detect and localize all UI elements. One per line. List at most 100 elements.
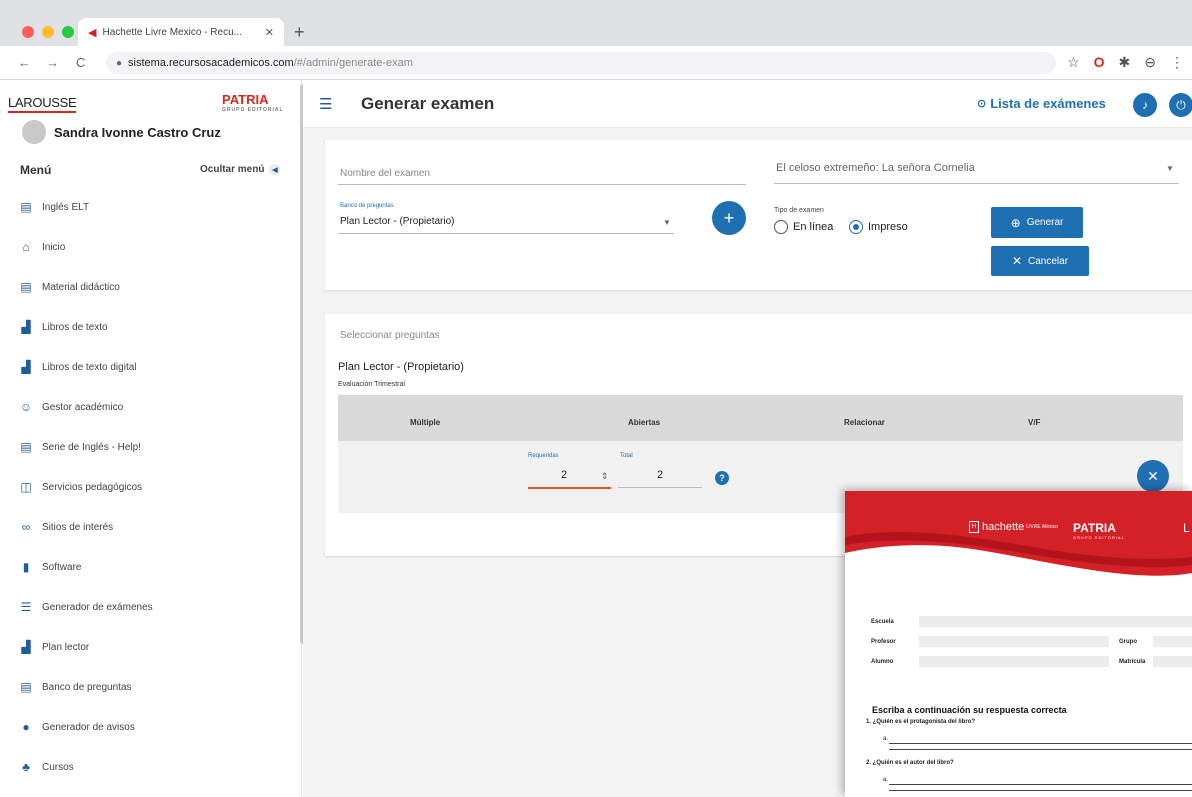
book-icon: ▤ xyxy=(20,440,32,454)
courses-icon: ♣ xyxy=(22,760,30,774)
sidebar-item-libros-de-texto[interactable]: ▟ Libros de texto xyxy=(18,317,107,337)
sidebar-item-label: Banco de preguntas xyxy=(42,681,132,693)
bookmark-star-icon[interactable]: ☆ xyxy=(1067,54,1080,71)
hachette-logo: H hachette LIVRE México xyxy=(969,521,1058,533)
cancel-button[interactable]: ✕ Cancelar xyxy=(991,246,1089,276)
answer-line xyxy=(889,743,1192,744)
bell-icon[interactable]: ♪ xyxy=(1133,93,1157,117)
patria-logo-text: PATRIA xyxy=(222,92,269,107)
extensions-icon[interactable]: ✱ xyxy=(1119,54,1131,71)
close-row-button[interactable]: ✕ xyxy=(1137,460,1169,492)
sidebar-item-label: Servicios pedagógicos xyxy=(42,481,143,493)
link-icon: ∞ xyxy=(21,520,31,534)
sidebar-item-label: Gestor académico xyxy=(42,401,124,413)
sidebar-item-label: Sitios de interés xyxy=(42,521,114,533)
col-open[interactable]: Abiertas xyxy=(628,418,660,427)
generate-button[interactable]: ⊕ Generar xyxy=(991,207,1083,238)
hamburger-icon[interactable]: ☰ xyxy=(319,95,332,113)
enrollment-label: Matrícula xyxy=(1119,659,1146,665)
minimize-window-button[interactable] xyxy=(42,26,54,38)
section-title: Seleccionar preguntas xyxy=(340,330,440,341)
answer-line xyxy=(889,749,1192,750)
answer-line xyxy=(889,790,1192,791)
radio-impreso[interactable]: Impreso xyxy=(849,220,908,234)
col-true-false[interactable]: V/F xyxy=(1028,418,1040,427)
enrollment-field xyxy=(1153,656,1192,667)
sidebar-item-plan-lector[interactable]: ▟ Plan lector xyxy=(18,637,89,657)
sidebar-item-inicio[interactable]: ⌂ Inicio xyxy=(18,237,65,257)
menu-title: Menú xyxy=(20,163,52,177)
exam-type-label: Tipo de examen xyxy=(774,207,824,214)
sidebar-item-generador-avisos[interactable]: ● Generador de avisos xyxy=(18,717,134,737)
url-domain: sistema.recursosacademicos.com xyxy=(128,57,294,69)
browser-menu-icon[interactable]: ⋮ xyxy=(1170,54,1184,71)
stepper-arrows-icon[interactable]: ⇕ xyxy=(601,471,609,482)
radio-circle-selected xyxy=(849,220,863,234)
plus-circle-icon: ⊕ xyxy=(1010,215,1021,230)
sidebar-item-generador-examenes[interactable]: ☰ Generador de exámenes xyxy=(18,597,153,617)
sidebar-item-libros-digital[interactable]: ▟ Libros de texto digital xyxy=(18,357,136,377)
chevron-down-icon[interactable]: ▼ xyxy=(663,218,671,227)
close-tab-icon[interactable]: ✕ xyxy=(265,26,274,39)
patria-logo-sub: GRUPO EDITORIAL xyxy=(222,107,284,113)
sidebar-item-ingles-elt[interactable]: ▤ Inglés ELT xyxy=(18,197,89,217)
book-icon: ▤ xyxy=(20,280,32,294)
address-bar-row: ← → C ● sistema.recursosacademicos.com/#… xyxy=(0,46,1192,80)
add-bank-button[interactable]: + xyxy=(712,201,746,235)
student-label: Alumno xyxy=(871,659,894,665)
plus-icon: + xyxy=(723,207,735,228)
power-icon[interactable]: ⏻ xyxy=(1169,93,1192,117)
bank-select[interactable]: Plan Lector - (Propietario) xyxy=(340,216,455,227)
opera-icon[interactable]: O xyxy=(1094,54,1105,71)
book-select[interactable]: El celoso extremeño: La señora Cornelia xyxy=(776,162,975,174)
chevron-left-icon: ◀ xyxy=(269,164,281,175)
total-value: 2 xyxy=(657,469,664,481)
avatar[interactable] xyxy=(22,120,46,144)
help-icon[interactable]: ? xyxy=(715,471,729,485)
hachette-logo-text: hachette xyxy=(982,521,1025,533)
page-header: ☰ Generar examen ⊙ Lista de exámenes ♪ ⏻ xyxy=(303,80,1192,128)
sidebar-item-banco-preguntas[interactable]: ▤ Banco de preguntas xyxy=(18,677,132,697)
sidebar-item-software[interactable]: ▮ Software xyxy=(18,557,82,577)
url-field[interactable]: ● sistema.recursosacademicos.com/#/admin… xyxy=(106,52,1056,74)
radio-en-linea[interactable]: En línea xyxy=(774,220,833,234)
answer-prefix: a. xyxy=(883,777,889,783)
sidebar-item-label: Inicio xyxy=(42,241,66,253)
sidebar: LAROUSSE PATRIA GRUPO EDITORIAL Sandra I… xyxy=(0,80,302,797)
required-value[interactable]: 2 xyxy=(561,469,567,481)
sidebar-item-servicios-pedagogicos[interactable]: ◫ Servicios pedagógicos xyxy=(18,477,142,497)
radio-label: Impreso xyxy=(868,221,908,233)
exam-list-link[interactable]: ⊙ Lista de exámenes xyxy=(977,96,1106,111)
sidebar-item-cursos[interactable]: ♣ Cursos xyxy=(18,757,74,777)
answer-line xyxy=(889,784,1192,785)
sidebar-item-material-didactico[interactable]: ▤ Material didáctico xyxy=(18,277,119,297)
sidebar-item-gestor-academico[interactable]: ☺ Gestor académico xyxy=(18,397,123,417)
col-multiple[interactable]: Múltiple xyxy=(410,418,440,427)
group-field xyxy=(1153,636,1192,647)
patria-logo-text: PATRIA xyxy=(1073,521,1116,535)
profile-icon[interactable]: ⊖ xyxy=(1144,54,1156,71)
total-label: Total xyxy=(620,453,633,459)
maximize-window-button[interactable] xyxy=(62,26,74,38)
browser-tab[interactable]: ◀ Hachette Livre Mexico - Recu... ✕ xyxy=(78,18,284,46)
sidebar-item-label: Plan lector xyxy=(42,641,90,653)
forward-button[interactable]: → xyxy=(46,55,59,70)
patria-logo-sub: GRUPO EDITORIAL xyxy=(1073,535,1125,540)
new-tab-button[interactable]: + xyxy=(294,22,305,43)
book-select-underline xyxy=(774,183,1179,184)
bank-name: Plan Lector - (Propietario) xyxy=(338,361,464,373)
col-match[interactable]: Relacionar xyxy=(844,418,885,427)
close-window-button[interactable] xyxy=(22,26,34,38)
circle-arrow-icon: ⊙ xyxy=(977,98,987,110)
exam-name-input[interactable]: Nombre del examen xyxy=(340,168,430,179)
sidebar-item-sitios-interes[interactable]: ∞ Sitios de interés xyxy=(18,517,113,537)
reader-icon: ▟ xyxy=(21,360,31,374)
back-button[interactable]: ← xyxy=(18,55,31,70)
sidebar-item-label: Cursos xyxy=(42,761,74,773)
reload-button[interactable]: C xyxy=(76,55,85,70)
larousse-logo: L xyxy=(1183,521,1190,535)
sidebar-item-label: Serie de Inglés - Help! xyxy=(42,441,141,453)
sidebar-item-serie-ingles[interactable]: ▤ Serie de Inglés - Help! xyxy=(18,437,141,457)
chevron-down-icon[interactable]: ▼ xyxy=(1166,164,1174,173)
hide-menu-button[interactable]: Ocultar menú ◀ xyxy=(200,164,281,175)
